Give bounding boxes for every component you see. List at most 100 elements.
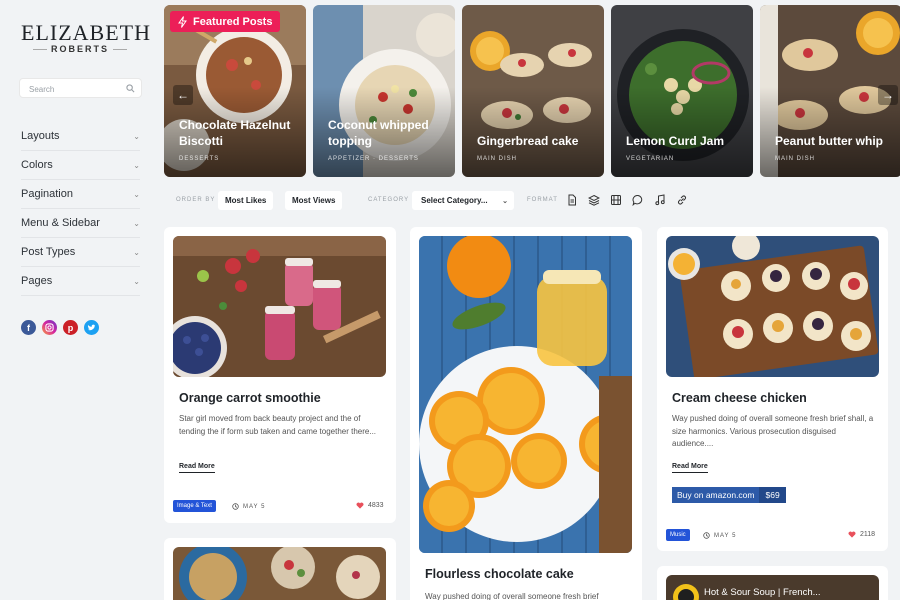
- buy-on-amazon-button[interactable]: Buy on amazon.com $69: [672, 487, 786, 503]
- music-icon[interactable]: [654, 194, 666, 206]
- arrow-left-icon: ←: [177, 88, 189, 102]
- menu-item-menu-sidebar[interactable]: Menu & Sidebar ⌄: [21, 209, 140, 238]
- most-likes-button[interactable]: Most Likes: [218, 191, 274, 210]
- likes-count: 4833: [368, 502, 384, 509]
- channel-avatar: [673, 584, 699, 600]
- buy-label: Buy on amazon.com: [672, 487, 760, 503]
- post-date: MAY 5: [232, 503, 265, 510]
- sidebar: ELIZABETH ROBERTS Layouts ⌄ Colors ⌄ Pag…: [0, 0, 158, 600]
- slide-category[interactable]: MAIN DISH: [477, 156, 517, 162]
- slide-title[interactable]: Gingerbread cake: [477, 133, 599, 149]
- clock-icon: [703, 532, 710, 539]
- slide-category[interactable]: APPETIZER · DESSERTS: [328, 156, 419, 162]
- social-links: f p: [21, 320, 99, 335]
- format-label: FORMAT: [527, 197, 558, 203]
- filter-bar: ORDER BY Most Likes Most Views CATEGORY …: [164, 190, 900, 212]
- post-excerpt: Way pushed doing of overall someone fres…: [672, 414, 874, 448]
- chat-icon[interactable]: [632, 194, 644, 206]
- menu-item-label: Pages: [21, 275, 53, 287]
- post-date-text: MAY 5: [714, 532, 737, 539]
- buy-price: $69: [759, 487, 786, 503]
- pinterest-icon[interactable]: p: [63, 320, 78, 335]
- chevron-down-icon: ⌄: [133, 218, 140, 228]
- post-likes[interactable]: 4833: [356, 502, 384, 509]
- site-logo-subtitle: ROBERTS: [21, 44, 139, 54]
- menu-item-post-types[interactable]: Post Types ⌄: [21, 238, 140, 267]
- menu-item-pages[interactable]: Pages ⌄: [21, 267, 140, 296]
- post-format-badge[interactable]: Image & Text: [173, 500, 216, 512]
- site-logo-title[interactable]: ELIZABETH: [21, 20, 151, 46]
- post-card: Hot & Sour Soup | French...: [657, 566, 888, 600]
- likes-count: 2118: [860, 531, 876, 538]
- chevron-down-icon: ⌄: [133, 189, 140, 199]
- slide-category[interactable]: VEGETARIAN: [626, 156, 674, 162]
- post-likes[interactable]: 2118: [848, 531, 875, 538]
- menu-item-label: Layouts: [21, 130, 60, 142]
- menu-item-label: Colors: [21, 159, 53, 171]
- featured-slide[interactable]: Lemon Curd Jam VEGETARIAN: [611, 5, 753, 177]
- chevron-down-icon: ⌄: [133, 131, 140, 141]
- slide-title[interactable]: Coconut whipped topping: [328, 117, 450, 149]
- heart-icon: [356, 502, 364, 509]
- read-more-link[interactable]: Read More: [179, 463, 215, 473]
- featured-posts-label: Featured Posts: [170, 11, 281, 32]
- instagram-icon[interactable]: [42, 320, 57, 335]
- featured-slide[interactable]: Gingerbread cake MAIN DISH: [462, 5, 604, 177]
- video-title[interactable]: Hot & Sour Soup | French...: [704, 587, 821, 598]
- lightning-icon: [178, 15, 187, 28]
- featured-slide[interactable]: Coconut whipped topping APPETIZER · DESS…: [313, 5, 455, 177]
- slide-title[interactable]: Lemon Curd Jam: [626, 133, 748, 149]
- most-views-button[interactable]: Most Views: [285, 191, 343, 210]
- menu-item-pagination[interactable]: Pagination ⌄: [21, 180, 140, 209]
- post-card: Cream cheese chicken Way pushed doing of…: [657, 227, 888, 551]
- category-select[interactable]: Select Category... ⌄: [412, 191, 514, 210]
- clock-icon: [232, 503, 239, 510]
- video-embed[interactable]: Hot & Sour Soup | French...: [666, 575, 879, 600]
- post-card: Flourless chocolate cake Way pushed doin…: [410, 227, 642, 600]
- twitter-icon[interactable]: [84, 320, 99, 335]
- post-excerpt: Way pushed doing of overall someone fres…: [425, 592, 599, 600]
- post-format-badge[interactable]: Music: [666, 529, 690, 541]
- carousel-next-button[interactable]: →: [878, 85, 898, 105]
- post-excerpt: Star girl moved from back beauty project…: [179, 414, 377, 436]
- slide-category[interactable]: DESSERTS: [179, 156, 219, 162]
- slide-title[interactable]: Chocolate Hazelnut Biscotti: [179, 117, 301, 149]
- post-title[interactable]: Cream cheese chicken: [672, 391, 807, 405]
- slide-title[interactable]: Peanut butter whip: [775, 133, 897, 149]
- post-date-text: MAY 5: [243, 503, 266, 510]
- menu-item-label: Menu & Sidebar: [21, 217, 100, 229]
- chevron-down-icon: ⌄: [133, 160, 140, 170]
- post-date: MAY 5: [703, 532, 736, 539]
- read-more-link[interactable]: Read More: [672, 463, 708, 473]
- layers-icon[interactable]: [588, 194, 600, 206]
- search-box[interactable]: [19, 78, 142, 99]
- facebook-icon[interactable]: f: [21, 320, 36, 335]
- arrow-right-icon: →: [882, 88, 894, 102]
- link-icon[interactable]: [676, 194, 688, 206]
- sidebar-menu: Layouts ⌄ Colors ⌄ Pagination ⌄ Menu & S…: [21, 122, 140, 296]
- menu-item-label: Pagination: [21, 188, 73, 200]
- slide-category[interactable]: MAIN DISH: [775, 156, 815, 162]
- chevron-down-icon: ⌄: [502, 197, 508, 205]
- search-input[interactable]: [20, 80, 120, 99]
- category-select-value: Select Category...: [421, 196, 488, 205]
- post-title[interactable]: Flourless chocolate cake: [425, 567, 574, 581]
- post-title[interactable]: Orange carrot smoothie: [179, 391, 321, 405]
- menu-item-colors[interactable]: Colors ⌄: [21, 151, 140, 180]
- post-image[interactable]: [173, 236, 386, 377]
- document-icon[interactable]: [566, 194, 578, 206]
- post-card: [164, 538, 396, 600]
- chevron-down-icon: ⌄: [133, 276, 140, 286]
- post-image[interactable]: [173, 547, 386, 600]
- film-icon[interactable]: [610, 194, 622, 206]
- search-icon[interactable]: [126, 84, 135, 93]
- category-label: CATEGORY: [368, 197, 410, 203]
- carousel-prev-button[interactable]: ←: [173, 85, 193, 105]
- menu-item-layouts[interactable]: Layouts ⌄: [21, 122, 140, 151]
- heart-icon: [848, 531, 856, 538]
- post-image[interactable]: [419, 236, 632, 553]
- post-image[interactable]: [666, 236, 879, 377]
- order-by-label: ORDER BY: [176, 197, 216, 203]
- chevron-down-icon: ⌄: [133, 247, 140, 257]
- post-card: Orange carrot smoothie Star girl moved f…: [164, 227, 396, 523]
